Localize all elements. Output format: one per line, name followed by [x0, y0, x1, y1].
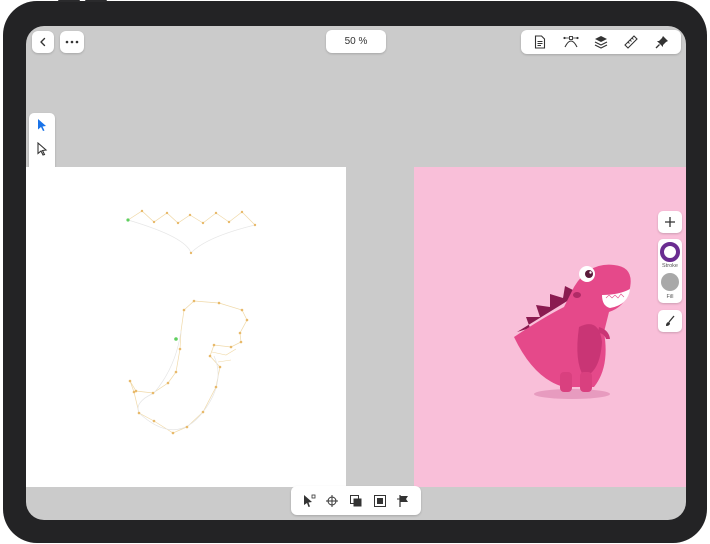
document-button[interactable]: [531, 33, 549, 51]
device-top-button-2: [85, 0, 107, 2]
top-right-toolbar: [521, 30, 681, 54]
back-button[interactable]: [32, 31, 54, 53]
pin-button[interactable]: [653, 33, 671, 51]
layers-button[interactable]: [592, 33, 610, 51]
ruler-icon: [624, 35, 639, 49]
brush-icon: [666, 315, 675, 326]
bezier-icon: [562, 36, 579, 48]
arrange-back-icon: [349, 494, 362, 506]
dinosaur-illustration[interactable]: [414, 167, 686, 487]
send-backward-button[interactable]: [347, 492, 365, 510]
zoom-level[interactable]: 50 %: [326, 30, 386, 53]
zigzag-path[interactable]: [126, 209, 257, 255]
arrange-front-icon: [373, 494, 386, 507]
device-top-button: [58, 0, 80, 2]
stroke-label: Stroke: [662, 263, 678, 269]
stroke-swatch[interactable]: [660, 242, 680, 262]
crosshair-icon: [326, 494, 339, 507]
chevron-left-icon: [40, 37, 46, 47]
node-arrow-icon: [303, 494, 316, 507]
fill-label: Fill: [666, 294, 674, 300]
dino-body: [514, 264, 631, 387]
flag-button[interactable]: [394, 492, 412, 510]
add-button[interactable]: [658, 211, 682, 233]
dino-leg-right: [580, 372, 592, 392]
more-dots-icon: [65, 40, 79, 44]
brush-settings-button[interactable]: [658, 310, 682, 332]
arrow-select-icon: [38, 119, 46, 131]
white-artboard[interactable]: [26, 167, 346, 487]
dino-body-path[interactable]: [128, 299, 249, 435]
pin-icon: [655, 36, 668, 49]
plus-icon: [665, 217, 675, 227]
vector-paths[interactable]: [26, 167, 346, 487]
ruler-button[interactable]: [622, 33, 640, 51]
tool-select[interactable]: [32, 115, 52, 135]
document-icon: [535, 35, 546, 49]
bottom-context-bar: [291, 486, 421, 515]
bring-forward-button[interactable]: [371, 492, 389, 510]
path-edit-button[interactable]: [562, 33, 580, 51]
transform-origin-button[interactable]: [323, 492, 341, 510]
flag-icon: [397, 494, 409, 507]
dino-leg-left: [560, 372, 572, 392]
tool-direct-select[interactable]: [32, 139, 52, 159]
dino-cheek-spot: [573, 292, 581, 298]
pink-artboard[interactable]: [414, 167, 686, 487]
fill-swatch[interactable]: [660, 272, 680, 292]
node-select-button[interactable]: [300, 492, 318, 510]
more-button[interactable]: [60, 31, 84, 53]
layers-icon: [594, 36, 608, 49]
node-select-icon: [37, 142, 48, 156]
stroke-fill-group: Stroke Fill: [658, 239, 682, 303]
app-screen: 50 % Stroke Fill: [26, 26, 686, 520]
